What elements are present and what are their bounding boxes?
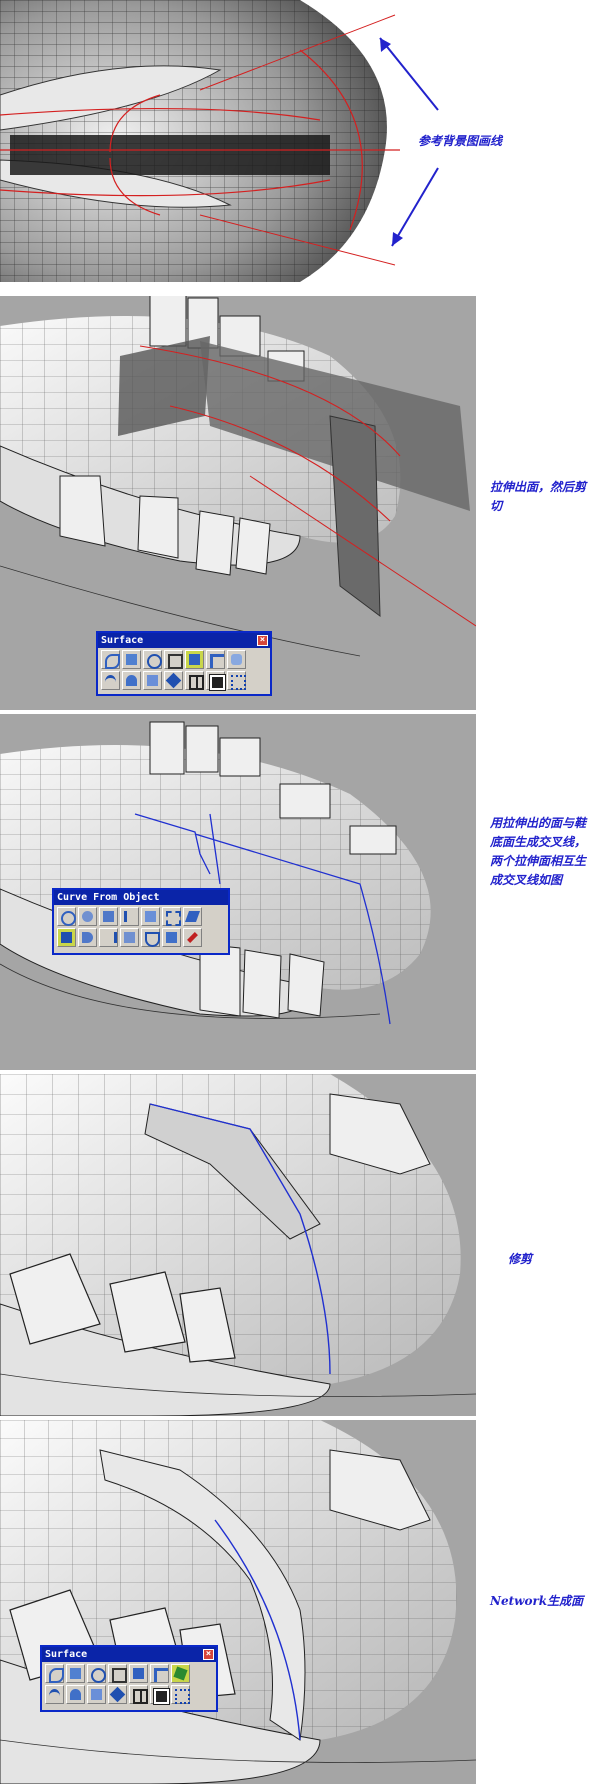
points-icon[interactable] xyxy=(150,1685,170,1705)
curve-from-object-toolbar[interactable]: Curve From Object xyxy=(52,888,230,955)
drape-icon[interactable] xyxy=(143,671,162,690)
extract-icon[interactable] xyxy=(162,907,181,926)
pen-icon[interactable] xyxy=(183,928,202,947)
section-icon[interactable] xyxy=(120,907,139,926)
trim-model xyxy=(0,1074,476,1416)
loft-icon[interactable] xyxy=(101,650,120,669)
surface-toolbar-2-title: Surface xyxy=(45,1649,88,1660)
contour-icon[interactable] xyxy=(99,907,118,926)
pull-icon[interactable] xyxy=(99,928,118,947)
surface-toolbar-2[interactable]: Surface × xyxy=(40,1645,218,1712)
step-network: Surface × Network生成面 xyxy=(0,1420,600,1784)
network-viewport: Surface × xyxy=(0,1420,476,1784)
silhouette-icon[interactable] xyxy=(78,928,97,947)
network-icon[interactable] xyxy=(164,671,183,690)
offset-icon[interactable] xyxy=(108,1685,127,1704)
project-icon[interactable] xyxy=(183,907,202,926)
duplicate-border-icon[interactable] xyxy=(78,907,97,926)
step-reference-note: 参考背景图画线 xyxy=(418,134,503,148)
network-model xyxy=(0,1420,476,1784)
revolve-icon[interactable] xyxy=(143,650,162,669)
points-icon[interactable] xyxy=(206,671,226,691)
extrude-icon[interactable] xyxy=(122,650,141,669)
step-extrude-note: 拉伸出面，然后剪切 xyxy=(490,480,587,513)
blend-icon[interactable] xyxy=(206,650,225,669)
step-intersect-note: 用拉伸出的面与鞋底面生成交叉线，两个拉伸面相互生成交叉线如图 xyxy=(490,816,587,887)
blend-curve-icon[interactable] xyxy=(162,928,181,947)
step-intersect: Curve From Object 用拉伸出的面与鞋底面生成交叉线，两个拉伸面相… xyxy=(0,714,600,1070)
blend-icon[interactable] xyxy=(150,1664,169,1683)
grid-icon[interactable] xyxy=(129,1685,148,1704)
wireframe-icon[interactable] xyxy=(120,928,139,947)
planar-icon[interactable] xyxy=(108,1664,127,1683)
revolve-icon[interactable] xyxy=(87,1664,106,1683)
surface-toolbar-title: Surface xyxy=(101,635,144,646)
offset-curve-icon[interactable] xyxy=(141,928,160,947)
extrude-viewport: Surface × xyxy=(0,296,476,710)
planar-icon[interactable] xyxy=(164,650,183,669)
trim-viewport xyxy=(0,1074,476,1416)
curve-from-object-toolbar-title: Curve From Object xyxy=(57,892,160,903)
surface-toolbar-2-close-button[interactable]: × xyxy=(203,1649,214,1660)
drape-icon[interactable] xyxy=(87,1685,106,1704)
patch-icon[interactable] xyxy=(66,1685,85,1704)
patch-icon[interactable] xyxy=(122,671,141,690)
intersect-icon[interactable] xyxy=(57,928,76,947)
grid-icon[interactable] xyxy=(185,671,204,690)
network-icon[interactable] xyxy=(171,1664,190,1683)
sweep-icon[interactable] xyxy=(129,1664,148,1683)
step-trim-note: 修剪 xyxy=(508,1252,533,1266)
extrude-icon[interactable] xyxy=(66,1664,85,1683)
intersect-viewport: Curve From Object xyxy=(0,714,476,1070)
step-reference: 参考背景图画线 xyxy=(0,0,600,282)
duplicate-edge-icon[interactable] xyxy=(57,907,76,926)
isocurve-icon[interactable] xyxy=(141,907,160,926)
mesh-icon[interactable] xyxy=(171,1685,190,1704)
sweep-icon[interactable] xyxy=(185,650,204,669)
mesh-icon[interactable] xyxy=(227,671,246,690)
step-trim: 修剪 xyxy=(0,1074,600,1416)
rail-icon[interactable] xyxy=(101,671,120,690)
step-extrude: Surface × 拉伸出面，然后剪切 xyxy=(0,296,600,710)
loft-icon[interactable] xyxy=(45,1664,64,1683)
surface-toolbar[interactable]: Surface × xyxy=(96,631,272,696)
offset-icon[interactable] xyxy=(227,650,246,669)
step-network-note: Network生成面 xyxy=(490,1594,584,1608)
rail-icon[interactable] xyxy=(45,1685,64,1704)
surface-toolbar-close-button[interactable]: × xyxy=(257,635,268,646)
